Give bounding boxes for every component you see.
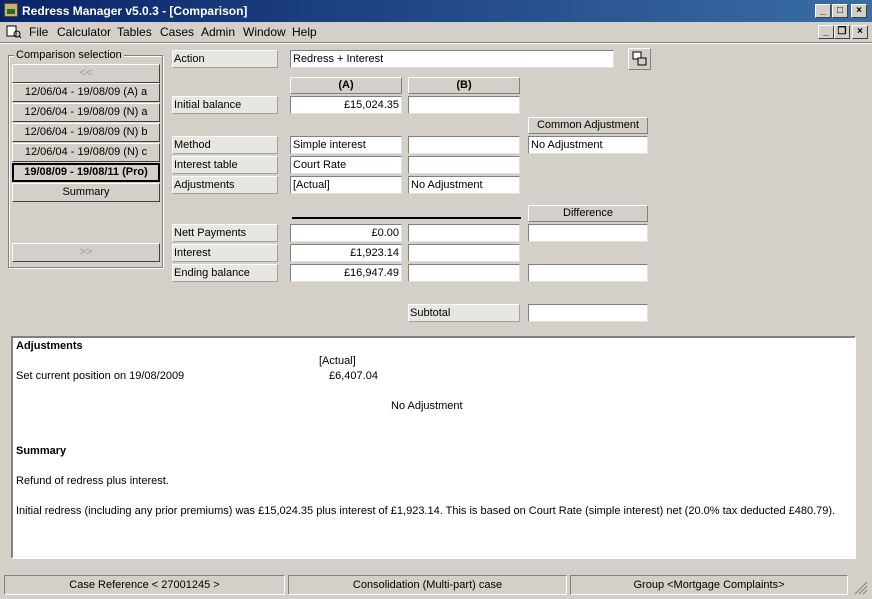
interest-table-b[interactable]: [408, 156, 520, 174]
report-position-text: Set current position on 19/08/2009: [16, 370, 185, 382]
menu-divider: [0, 42, 872, 44]
report-panel[interactable]: Adjustments [Actual] Set current positio…: [11, 336, 856, 559]
title-bar: Redress Manager v5.0.3 - [Comparison] _ …: [0, 0, 872, 22]
common-adjustment-header: Common Adjustment: [528, 117, 648, 134]
report-no-adjustment: No Adjustment: [391, 400, 463, 412]
initial-balance-a[interactable]: £15,024.35: [290, 96, 402, 114]
child-minimize-icon[interactable]: _: [818, 25, 834, 39]
interest-label: Interest: [172, 244, 278, 262]
ending-balance-b[interactable]: [408, 264, 520, 282]
status-group: Group <Mortgage Complaints>: [570, 575, 848, 595]
resize-grip-icon[interactable]: [852, 579, 868, 595]
next-button[interactable]: >>: [12, 243, 160, 262]
menu-cases[interactable]: Cases: [160, 25, 194, 39]
child-close-icon[interactable]: ×: [852, 25, 868, 39]
interest-table-a[interactable]: Court Rate: [290, 156, 402, 174]
nett-payments-a[interactable]: £0.00: [290, 224, 402, 242]
report-actual-label: [Actual]: [319, 355, 356, 367]
menu-bar: File Calculator Tables Cases Admin Windo…: [0, 22, 872, 42]
status-case-reference: Case Reference < 27001245 >: [4, 575, 285, 595]
report-adjustments-heading: Adjustments: [16, 340, 83, 352]
subtotal-field[interactable]: [528, 304, 648, 322]
status-case-type: Consolidation (Multi-part) case: [288, 575, 567, 595]
report-summary-line1: Refund of redress plus interest.: [16, 475, 169, 487]
method-label: Method: [172, 136, 278, 154]
selection-item[interactable]: 12/06/04 - 19/08/09 (A) a: [12, 83, 160, 102]
interest-table-label: Interest table: [172, 156, 278, 174]
adjustments-b[interactable]: No Adjustment: [408, 176, 520, 194]
menu-file[interactable]: File: [29, 25, 48, 39]
initial-balance-label: Initial balance: [172, 96, 278, 114]
difference-header: Difference: [528, 205, 648, 222]
column-b-header: (B): [408, 77, 520, 94]
prev-button[interactable]: <<: [12, 64, 160, 83]
action-label: Action: [172, 50, 278, 68]
column-a-header: (A): [290, 77, 402, 94]
menu-window[interactable]: Window: [243, 25, 286, 39]
menu-calculator[interactable]: Calculator: [57, 25, 111, 39]
comparison-selection-label: Comparison selection: [14, 49, 124, 61]
adjustments-label: Adjustments: [172, 176, 278, 194]
method-b[interactable]: [408, 136, 520, 154]
selection-item[interactable]: 12/06/04 - 19/08/09 (N) b: [12, 123, 160, 142]
common-adjustment-field[interactable]: No Adjustment: [528, 136, 648, 154]
close-icon[interactable]: ×: [851, 4, 867, 18]
selection-item[interactable]: 12/06/04 - 19/08/09 (N) a: [12, 103, 160, 122]
report-summary-line2: Initial redress (including any prior pre…: [16, 505, 836, 517]
ending-balance-a[interactable]: £16,947.49: [290, 264, 402, 282]
window-title: Redress Manager v5.0.3 - [Comparison]: [22, 4, 248, 18]
minimize-icon[interactable]: _: [815, 4, 831, 18]
nett-payments-diff[interactable]: [528, 224, 648, 242]
swap-columns-icon[interactable]: [628, 48, 651, 70]
adjustments-a[interactable]: [Actual]: [290, 176, 402, 194]
selection-item-selected[interactable]: 19/08/09 - 19/08/11 (Pro): [12, 163, 160, 182]
selection-item[interactable]: 12/06/04 - 19/08/09 (N) c: [12, 143, 160, 162]
menu-help[interactable]: Help: [292, 25, 317, 39]
document-icon[interactable]: [6, 25, 22, 39]
child-restore-icon[interactable]: ❐: [834, 25, 850, 39]
interest-a[interactable]: £1,923.14: [290, 244, 402, 262]
action-field[interactable]: Redress + Interest: [290, 50, 614, 68]
nett-payments-label: Nett Payments: [172, 224, 278, 242]
method-a[interactable]: Simple interest: [290, 136, 402, 154]
ending-balance-diff[interactable]: [528, 264, 648, 282]
initial-balance-b[interactable]: [408, 96, 520, 114]
subtotal-label: Subtotal: [408, 304, 520, 322]
menu-admin[interactable]: Admin: [201, 25, 235, 39]
nett-payments-b[interactable]: [408, 224, 520, 242]
ending-balance-label: Ending balance: [172, 264, 278, 282]
maximize-icon[interactable]: □: [832, 4, 848, 18]
selection-item-summary[interactable]: Summary: [12, 183, 160, 202]
app-icon: [4, 3, 18, 17]
totals-divider: [292, 217, 521, 219]
report-summary-heading: Summary: [16, 445, 67, 457]
menu-tables[interactable]: Tables: [117, 25, 152, 39]
interest-b[interactable]: [408, 244, 520, 262]
report-position-value: £6,407.04: [329, 370, 378, 382]
